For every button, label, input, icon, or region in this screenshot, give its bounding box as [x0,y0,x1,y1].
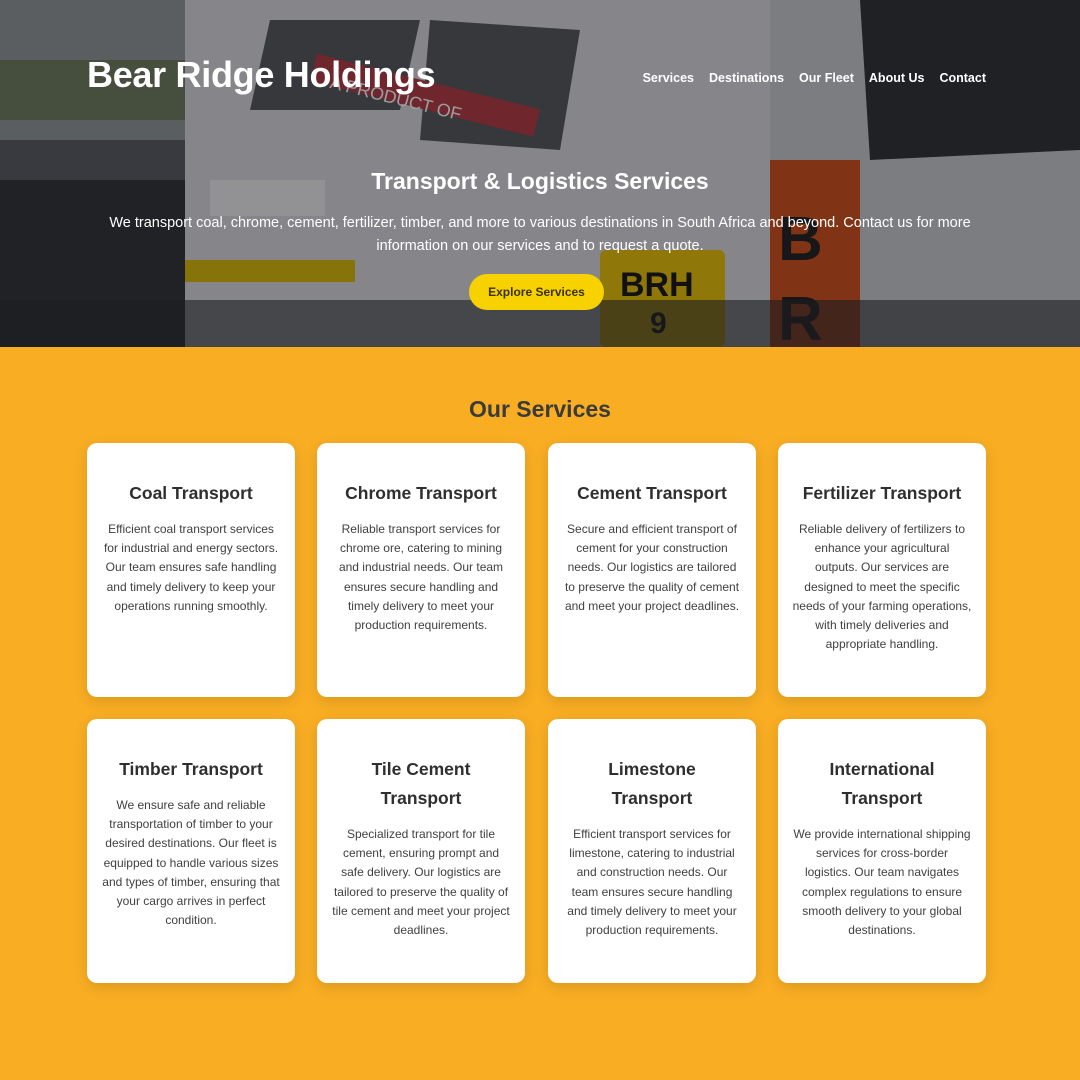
service-card-title: International Transport [829,759,935,808]
service-card-text: Efficient coal transport services for in… [103,522,279,613]
service-card-text: Secure and efficient transport of cement… [564,522,740,613]
hero-description: We transport coal, chrome, cement, ferti… [109,215,971,254]
service-card-tile-cement[interactable]: Tile Cement Transport Specialized transp… [317,719,525,983]
explore-services-button[interactable]: Explore Services [469,274,604,310]
nav-link-contact[interactable]: Contact [939,71,986,85]
service-card-title: Tile Cement Transport [371,759,471,808]
nav-link-about-us[interactable]: About Us [869,71,925,85]
service-card-cement[interactable]: Cement Transport Secure and efficient tr… [548,443,756,697]
service-card-title: Chrome Transport [345,483,497,503]
service-card-text: Reliable transport services for chrome o… [338,522,504,633]
service-card-title: Limestone Transport [608,759,696,808]
site-title[interactable]: Bear Ridge Holdings [87,54,436,96]
nav-link-services[interactable]: Services [643,71,694,85]
service-card-title: Coal Transport [129,483,253,503]
service-card-title: Timber Transport [119,759,263,779]
services-title: Our Services [469,396,611,422]
nav-link-destinations[interactable]: Destinations [709,71,784,85]
nav-link-our-fleet[interactable]: Our Fleet [799,71,854,85]
service-card-title: Cement Transport [577,483,727,503]
service-card-text: Reliable delivery of fertilizers to enha… [792,522,972,652]
service-card-chrome[interactable]: Chrome Transport Reliable transport serv… [317,443,525,697]
main-nav: Services Destinations Our Fleet About Us… [643,71,986,85]
service-card-limestone[interactable]: Limestone Transport Efficient transport … [548,719,756,983]
service-card-timber[interactable]: Timber Transport We ensure safe and reli… [87,719,295,983]
hero-section: A PRODUCT OF BRH 9 B R Bear Ridge Holdin… [0,0,1080,347]
service-card-coal[interactable]: Coal Transport Efficient coal transport … [87,443,295,697]
service-card-text: Efficient transport services for limesto… [567,827,737,938]
service-card-text: We ensure safe and reliable transportati… [102,798,280,928]
service-card-title: Fertilizer Transport [802,483,962,503]
service-card-text: Specialized transport for tile cement, e… [332,827,510,938]
hero-heading: Transport & Logistics Services [371,168,709,194]
service-card-international[interactable]: International Transport We provide inter… [778,719,986,983]
service-card-fertilizer[interactable]: Fertilizer Transport Reliable delivery o… [778,443,986,697]
service-card-text: We provide international shipping servic… [793,827,971,938]
